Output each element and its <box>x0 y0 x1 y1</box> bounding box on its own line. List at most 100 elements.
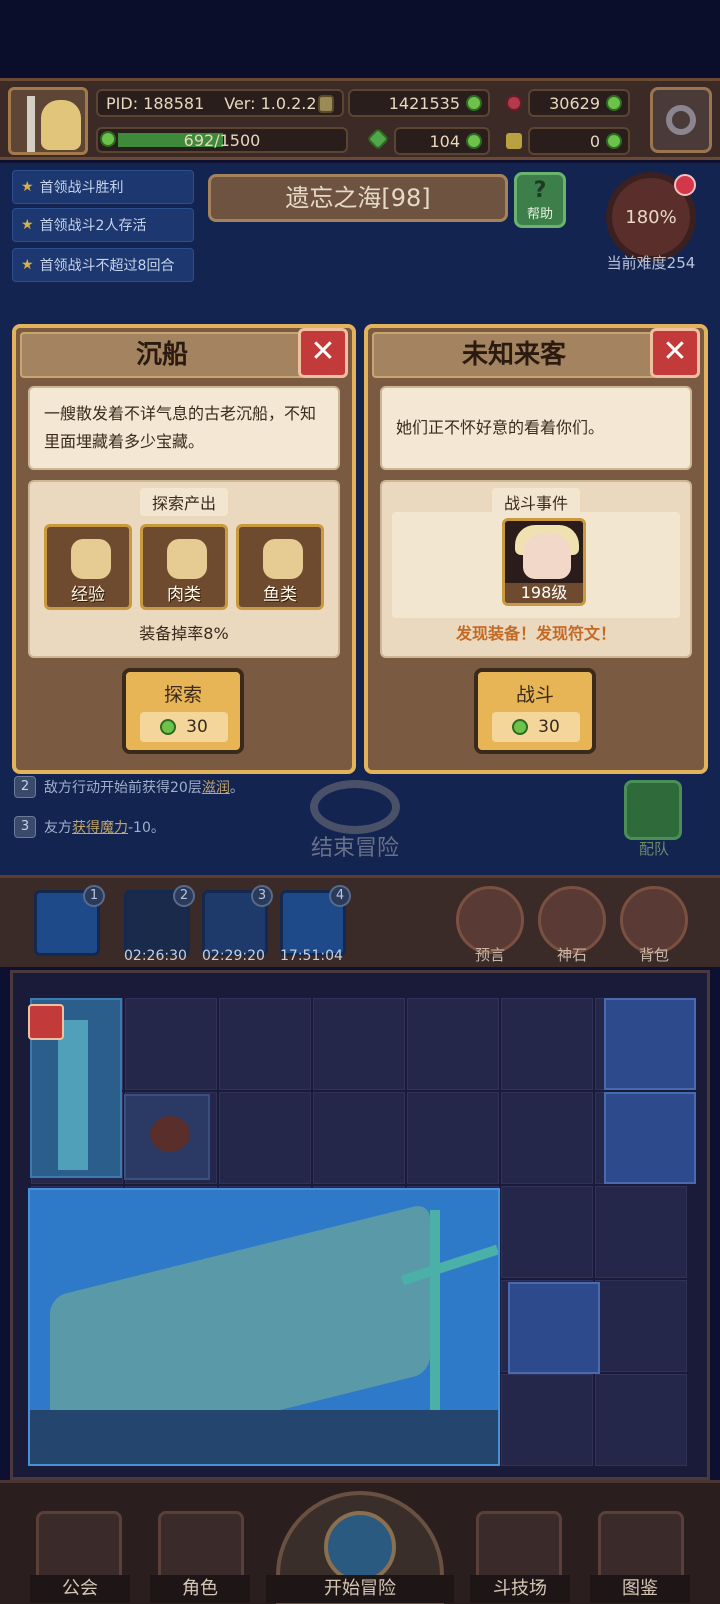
xp-bar: 692/1500 <box>96 127 348 153</box>
map-slot[interactable]: 3 <box>202 885 273 956</box>
grid-cell[interactable] <box>219 1092 311 1184</box>
team-button[interactable] <box>624 780 682 840</box>
player-avatar[interactable] <box>8 87 88 155</box>
event-card-unknown-visitor: 未知来客 ✕ 她们正不怀好意的看着你们。 战斗事件 198级 发现装备！发现符文… <box>364 324 708 774</box>
start-adventure-label: 开始冒险 <box>266 1575 454 1603</box>
reward-slot-meat[interactable]: 肉类 <box>140 524 228 610</box>
battle-cost: 30 <box>492 712 580 742</box>
pillar-column <box>58 1020 88 1170</box>
effect-note: 3 友方获得魔力-10。 <box>14 816 165 838</box>
divine-stone-label: 神石 <box>556 946 587 964</box>
grid-cell[interactable] <box>501 998 593 1090</box>
reward-slot-fish[interactable]: 鱼类 <box>236 524 324 610</box>
card-description: 她们正不怀好意的看着你们。 <box>380 386 692 470</box>
character-portrait <box>41 100 81 150</box>
enemy-level: 198级 <box>505 583 583 603</box>
gem-value: 30629 <box>549 93 600 113</box>
cost-value: 30 <box>186 717 208 737</box>
add-key-icon <box>606 133 622 149</box>
slot-number: 1 <box>83 885 105 907</box>
keyword-link[interactable]: 滋润 <box>202 780 230 796</box>
fish-icon <box>263 539 303 579</box>
help-button[interactable]: ? 帮助 <box>514 172 566 228</box>
keyword-link[interactable]: 获得魔力 <box>72 820 128 836</box>
slot-number: 3 <box>251 885 273 907</box>
explore-button[interactable]: 探索 30 <box>122 668 244 754</box>
quest-label: 首领战斗不超过8回合 <box>39 258 175 274</box>
end-adventure-label: 结束冒险 <box>310 836 399 861</box>
battle-event-panel: 战斗事件 198级 发现装备！发现符文！ <box>380 480 692 658</box>
slot-number: 4 <box>329 885 351 907</box>
gear-icon <box>666 105 696 135</box>
magnifier-icon <box>324 1511 396 1583</box>
grid-cell[interactable] <box>407 998 499 1090</box>
close-button[interactable]: ✕ <box>650 328 700 378</box>
backpack-label: 背包 <box>638 946 669 964</box>
version-text: Ver: 1.0.2.2 <box>224 93 317 113</box>
grid-cell[interactable] <box>501 1186 593 1278</box>
map-slot[interactable]: 4 <box>280 885 351 956</box>
ship-mast <box>430 1210 440 1440</box>
grid-cell[interactable] <box>595 1374 687 1466</box>
close-icon: ✕ <box>310 334 336 369</box>
gold-counter[interactable]: 1421535 <box>348 89 490 117</box>
gem-counter[interactable]: 30629 <box>528 89 630 117</box>
xp-text: 692/1500 <box>183 131 261 150</box>
key-counter[interactable]: 0 <box>528 127 630 155</box>
coin-icon <box>318 95 334 113</box>
difficulty-percent: 180% <box>625 206 677 228</box>
grid-cell[interactable] <box>219 998 311 1090</box>
clover-icon <box>366 127 390 151</box>
grid-cell[interactable] <box>595 1186 687 1278</box>
reward-label: 经验 <box>71 585 105 605</box>
gold-value: 1421535 <box>388 93 460 113</box>
help-label: 帮助 <box>526 207 553 222</box>
grid-cell[interactable] <box>313 1092 405 1184</box>
creature-tile[interactable] <box>124 1094 210 1180</box>
enemy-portrait[interactable]: 198级 <box>502 518 586 606</box>
return-arrow-icon <box>310 780 400 834</box>
grid-cell[interactable] <box>313 998 405 1090</box>
settings-button[interactable] <box>650 87 712 153</box>
character-label: 角色 <box>150 1575 250 1603</box>
arena-label: 斗技场 <box>470 1575 570 1603</box>
grid-cell[interactable] <box>125 998 217 1090</box>
grid-cell[interactable] <box>501 1374 593 1466</box>
shipwreck-tile[interactable] <box>28 1188 500 1466</box>
water-tile[interactable] <box>604 998 696 1090</box>
note-text-end: 。 <box>229 780 244 796</box>
bottom-navigation: 公会 角色 开始冒险 斗技场 图鉴 <box>0 1480 720 1604</box>
end-adventure-button[interactable]: 结束冒险 <box>300 780 410 861</box>
map-slot[interactable]: 1 <box>34 885 105 956</box>
drop-rate-text: 装备掉率8% <box>139 624 229 643</box>
guild-label: 公会 <box>30 1575 130 1603</box>
slot-timer: 02:29:20 <box>202 948 265 964</box>
quest-label: 首领战斗胜利 <box>39 180 124 196</box>
discovery-text: 发现装备！发现符文！ <box>455 624 616 643</box>
grid-cell[interactable] <box>407 1092 499 1184</box>
panel-title: 探索产出 <box>139 488 229 516</box>
reward-slot-exp[interactable]: 经验 <box>44 524 132 610</box>
grid-cell[interactable] <box>501 1092 593 1184</box>
water-tile[interactable] <box>508 1282 600 1374</box>
key-value: 0 <box>589 131 600 151</box>
close-button[interactable]: ✕ <box>298 328 348 378</box>
add-gem-icon <box>606 95 622 111</box>
explore-label: 探索 <box>163 684 202 706</box>
card-title: 未知来客 <box>372 332 656 378</box>
clover-counter[interactable]: 104 <box>394 127 490 155</box>
ruby-icon <box>506 95 522 111</box>
pid-text: PID: 188581 <box>106 93 205 113</box>
notification-dot <box>674 174 696 196</box>
prophecy-label: 预言 <box>474 946 505 964</box>
battle-button[interactable]: 战斗 30 <box>474 668 596 754</box>
close-icon: ✕ <box>662 334 688 369</box>
star-icon: ★ <box>21 179 34 195</box>
item-tray: 1 2 3 4 02:26:30 02:29:20 17:51:04 预言 神石… <box>0 875 720 967</box>
water-tile[interactable] <box>604 1092 696 1184</box>
difficulty-label: 当前难度254 <box>606 254 696 272</box>
enemy-face <box>523 533 571 579</box>
clover-value: 104 <box>429 131 460 151</box>
map-slot[interactable]: 2 <box>124 885 195 956</box>
grid-cell[interactable] <box>595 1280 687 1372</box>
